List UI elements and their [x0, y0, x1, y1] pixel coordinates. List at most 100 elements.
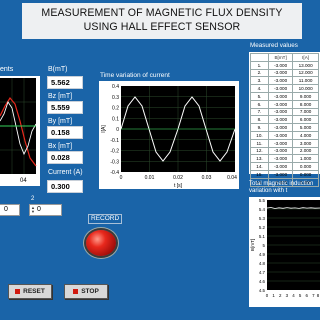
row-index: 12.: [250, 146, 269, 156]
stop-icon: [73, 289, 79, 294]
reset-button[interactable]: RESET: [8, 284, 52, 299]
stop-button[interactable]: STOP: [64, 284, 108, 299]
row-b-value: -3.000: [267, 76, 294, 86]
row-index: 13.: [250, 154, 269, 164]
row-b-value: -3.000: [267, 138, 294, 148]
time-xlabel: t [s]: [174, 183, 183, 189]
row-i-value: 12.000: [292, 68, 319, 78]
record-label: RECORD: [88, 214, 123, 224]
by-value: 0.158: [47, 126, 83, 139]
title-line-1: MEASUREMENT OF MAGNETIC FLUX DENSITY: [41, 7, 283, 19]
time-ytick: 0: [116, 127, 119, 133]
induction-ytick: 4.5: [259, 288, 266, 293]
induction-ytick: 5.5: [259, 198, 266, 203]
stepper-2-down-icon[interactable]: ▼: [31, 210, 35, 214]
table-header-i: I[A]: [292, 53, 319, 62]
table-row: 15. -3.000 0.000: [250, 169, 319, 179]
induction-ytick: 4.9: [259, 252, 266, 257]
left-graph-tick: 04: [20, 178, 27, 184]
row-index: 10.: [250, 130, 269, 140]
induction-title-line-1: Total magnetic induction: [249, 181, 314, 187]
b-total-label: B(mT): [48, 66, 68, 73]
table-row: 2. -3.000 12.000: [250, 68, 319, 78]
current-label: Current (A): [48, 169, 83, 176]
induction-ytick: 5: [263, 243, 266, 248]
induction-xtick: 5: [299, 293, 302, 298]
row-b-value: -3.000: [267, 91, 294, 101]
table-header-b: B[mT]: [267, 53, 294, 62]
title-line-2: USING HALL EFFECT SENSOR: [83, 21, 241, 33]
record-button[interactable]: [86, 230, 116, 256]
row-i-value: 0.000: [292, 162, 319, 171]
stepper-1-value: 0: [4, 206, 8, 213]
reset-icon: [15, 289, 21, 294]
row-b-value: -3.000: [267, 107, 294, 117]
table-row: 11. -3.000 3.000: [250, 138, 319, 148]
table-row: 12. -3.000 2.000: [250, 146, 319, 156]
time-xtick: 0.04: [227, 175, 237, 181]
row-b-value: -3.000: [267, 68, 294, 78]
left-graph: 04: [0, 78, 37, 184]
row-index: 4.: [250, 84, 269, 93]
row-b-value: -3.000: [267, 130, 294, 140]
stepper-1[interactable]: 0: [0, 204, 20, 216]
bx-label: Bx [mT]: [48, 143, 73, 150]
time-graph-panel: 0.4 0.3 0.2 0.1 0 -0.1 -0.2 -0.3 -0.4 0 …: [99, 81, 239, 189]
induction-ytick: 4.6: [259, 279, 266, 284]
time-xtick: 0.01: [145, 175, 155, 181]
time-ytick: -0.1: [110, 138, 119, 144]
table-row: 8. -3.000 6.000: [250, 115, 319, 125]
stop-label: STOP: [81, 288, 99, 295]
table-header-row: B[mT] I[A]: [250, 53, 319, 62]
time-ytick: -0.2: [110, 149, 119, 155]
bz-label: Bz [mT]: [48, 93, 73, 100]
time-xtick: 0.03: [202, 175, 212, 181]
row-b-value: -3.000: [267, 60, 294, 70]
row-i-value: 5.000: [292, 123, 319, 132]
row-index: 6.: [250, 99, 269, 109]
induction-xtick: 2: [279, 293, 282, 298]
induction-ytick: 5.2: [259, 225, 266, 230]
induction-xtick: 7: [312, 293, 315, 298]
table-row: 13. -3.000 1.000: [250, 154, 319, 164]
induction-ytick: 4.7: [259, 270, 266, 275]
row-b-value: -3.000: [267, 146, 294, 156]
induction-xtick: 0: [266, 293, 269, 298]
table-row: 5. -3.000 9.000: [250, 91, 319, 101]
stepper-2[interactable]: ▲ ▼ 0: [29, 204, 62, 216]
row-index: 2.: [250, 68, 269, 78]
b-total-value: 5.562: [47, 76, 83, 89]
row-i-value: 13.000: [292, 60, 319, 70]
time-graph: 0.4 0.3 0.2 0.1 0 -0.1 -0.2 -0.3 -0.4 0 …: [101, 84, 237, 189]
app-title: MEASUREMENT OF MAGNETIC FLUX DENSITY USI…: [22, 3, 302, 39]
row-index: 5.: [250, 91, 269, 101]
current-value: 0.300: [47, 180, 83, 193]
row-i-value: 8.000: [292, 99, 319, 109]
measured-values-panel: B[mT] I[A] 1. -3.000 13.000 2. -3.000 12.000 3…: [249, 52, 320, 187]
row-b-value: -3.000: [267, 162, 294, 171]
row-index: 15.: [250, 169, 269, 179]
row-b-value: -3.000: [267, 99, 294, 109]
induction-ytick: 5.1: [259, 234, 266, 239]
bx-value: 0.028: [47, 151, 83, 164]
time-ylabel: I[A]: [101, 125, 107, 133]
row-i-value: 6.000: [292, 115, 319, 125]
table-row: 3. -3.000 11.000: [250, 76, 319, 86]
table-row: 1. -3.000 13.000: [250, 60, 319, 70]
induction-xtick: 8: [317, 293, 320, 298]
induction-ytick: 4.8: [259, 261, 266, 266]
induction-ylabel: B[mT]: [250, 239, 255, 251]
row-i-value: 10.000: [292, 84, 319, 93]
induction-graph: 5.5 5.4 5.3 5.2 5.1 5 4.9 4.8 4.7 4.6 4.…: [250, 198, 320, 298]
table-row: 10. -3.000 4.000: [250, 130, 319, 140]
reset-label: RESET: [23, 288, 45, 295]
row-i-value: 7.000: [292, 107, 319, 117]
row-index: 11.: [250, 138, 269, 148]
time-ytick: 0.2: [112, 106, 119, 112]
induction-ytick: 5.3: [259, 216, 266, 221]
row-i-value: 3.000: [292, 138, 319, 148]
row-i-value: 2.000: [292, 146, 319, 156]
table-header-index: [250, 53, 269, 62]
induction-xtick: 1: [272, 293, 275, 298]
table-row: 7. -3.000 7.000: [250, 107, 319, 117]
